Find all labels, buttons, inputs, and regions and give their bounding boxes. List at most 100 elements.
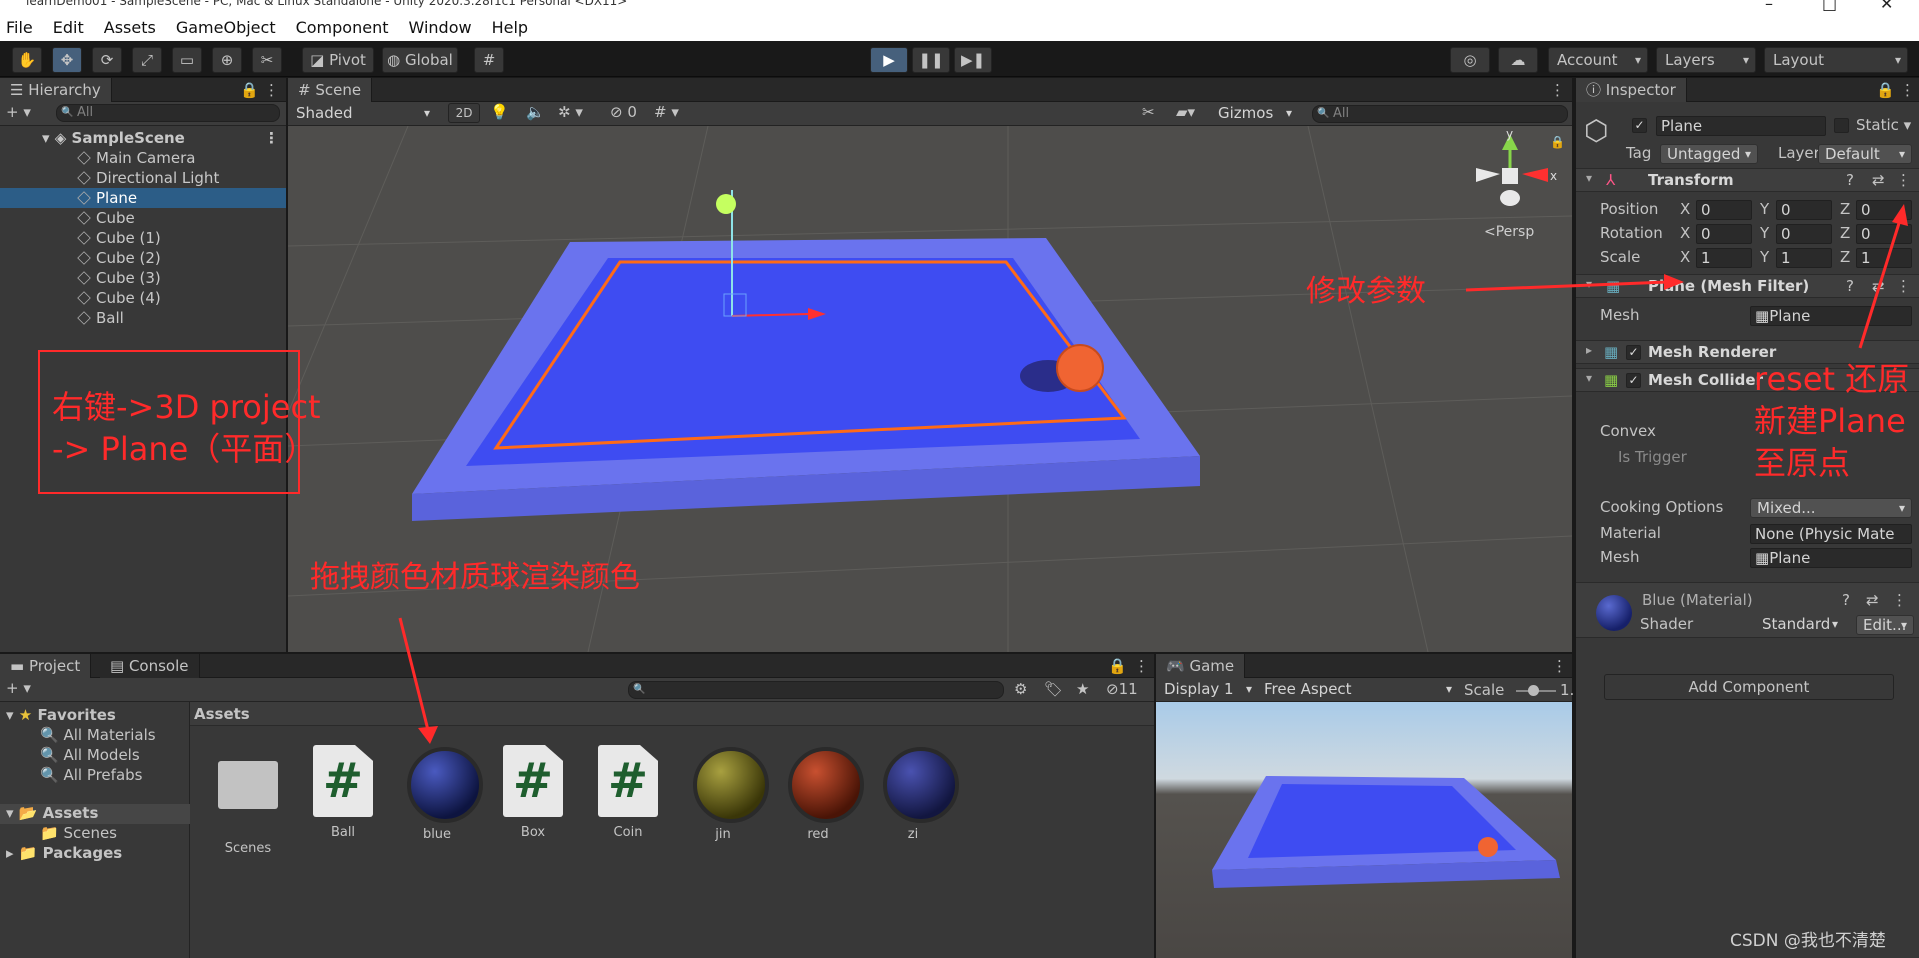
global-toggle[interactable]: ◍ Global	[382, 47, 458, 73]
asset-item[interactable]: # Coin	[593, 745, 663, 840]
rect-tool-icon[interactable]: ▭	[172, 47, 202, 73]
static-dropdown[interactable]: Static ▾	[1856, 116, 1911, 134]
menu-help[interactable]: Help	[492, 16, 528, 40]
layout-dropdown[interactable]: Layout	[1764, 47, 1908, 73]
hidden-objects-icon[interactable]: ⊘ 0	[610, 103, 637, 121]
hierarchy-menu-icon[interactable]: ⋮	[264, 78, 279, 102]
inspector-menu-icon[interactable]: ⋮	[1900, 78, 1915, 102]
asset-item[interactable]: Scenes	[213, 745, 283, 856]
add-component-button[interactable]: Add Component	[1604, 674, 1894, 700]
display-dropdown[interactable]: Display 1	[1158, 680, 1258, 700]
help-icon[interactable]: ?	[1842, 591, 1850, 609]
hierarchy-item[interactable]: Cube (2)	[0, 248, 286, 268]
hierarchy-item[interactable]: Ball	[0, 308, 286, 328]
minimize-icon[interactable]: –	[1765, 0, 1773, 13]
hierarchy-item[interactable]: Cube (1)	[0, 228, 286, 248]
grid-toggle-icon[interactable]: # ▾	[654, 103, 679, 121]
component-menu-icon[interactable]: ⋮	[1892, 591, 1907, 609]
layer-dropdown[interactable]: Default	[1818, 144, 1912, 164]
preset-icon[interactable]: ⇄	[1866, 591, 1879, 609]
menu-assets[interactable]: Assets	[104, 16, 156, 40]
scale-slider[interactable]	[1516, 685, 1556, 696]
rotation-z-field[interactable]: 0	[1856, 224, 1912, 244]
scene-root[interactable]: ▾ ◈ SampleScene ⋮	[0, 128, 286, 148]
hierarchy-item[interactable]: Main Camera	[0, 148, 286, 168]
tab-console[interactable]: ▤ Console	[100, 654, 200, 678]
favorites-node[interactable]: ▾ ★ Favorites	[6, 706, 116, 724]
orient-z-cone-icon[interactable]	[1500, 190, 1520, 206]
game-menu-icon[interactable]: ⋮	[1552, 654, 1567, 678]
filter-type-icon[interactable]: ⚙	[1014, 680, 1027, 698]
mesh-field[interactable]: ▦Plane	[1750, 306, 1912, 326]
preset-icon[interactable]: ⇄	[1872, 277, 1885, 295]
expand-icon[interactable]: ▸	[1586, 343, 1592, 357]
menu-component[interactable]: Component	[296, 16, 389, 40]
hierarchy-item[interactable]: Cube (4)	[0, 288, 286, 308]
camera-icon[interactable]: ▰▾	[1176, 103, 1195, 121]
mesh-collider-checkbox[interactable]: ✓	[1626, 373, 1641, 388]
hierarchy-item[interactable]: Cube	[0, 208, 286, 228]
tab-game[interactable]: 🎮 Game	[1156, 654, 1246, 678]
scale-tool-icon[interactable]: ⤢	[132, 47, 162, 73]
rotation-y-field[interactable]: 0	[1776, 224, 1832, 244]
create-asset-button[interactable]: + ▾	[6, 679, 31, 697]
asset-item[interactable]: zi	[878, 745, 959, 842]
shader-edit-button[interactable]: Edit...	[1856, 615, 1914, 635]
asset-item[interactable]: red	[783, 745, 864, 842]
transform-tool-icon[interactable]: ⊕	[212, 47, 242, 73]
shading-mode-dropdown[interactable]: Shaded	[290, 104, 436, 124]
collider-mesh-field[interactable]: ▦Plane	[1750, 548, 1912, 568]
scale-y-field[interactable]: 1	[1776, 248, 1832, 268]
menu-edit[interactable]: Edit	[53, 16, 84, 40]
scene-menu-icon[interactable]: ⋮	[1550, 78, 1565, 102]
mesh-renderer-checkbox[interactable]: ✓	[1626, 345, 1641, 360]
scale-x-field[interactable]: 1	[1696, 248, 1752, 268]
aspect-dropdown[interactable]: Free Aspect	[1258, 680, 1458, 700]
scene-menu-icon[interactable]: ⋮	[264, 128, 279, 148]
project-menu-icon[interactable]: ⋮	[1134, 654, 1149, 678]
favorite-item[interactable]: 🔍 All Models	[40, 746, 140, 764]
asset-item[interactable]: blue	[402, 745, 483, 842]
scene-search-input[interactable]: All	[1312, 105, 1568, 123]
mesh-filter-header[interactable]: ▾ ▦ Plane (Mesh Filter) ? ⇄ ⋮	[1576, 274, 1919, 298]
static-checkbox[interactable]	[1834, 118, 1849, 133]
help-icon[interactable]: ?	[1846, 277, 1854, 295]
collapse-icon[interactable]: ▾	[1586, 171, 1592, 185]
play-button[interactable]: ▶	[870, 47, 908, 73]
object-name-field[interactable]: Plane	[1656, 116, 1826, 136]
pause-button[interactable]: ❚❚	[912, 47, 950, 73]
hierarchy-search-input[interactable]: All	[56, 104, 280, 122]
menu-file[interactable]: File	[6, 16, 33, 40]
tag-dropdown[interactable]: Untagged	[1660, 144, 1758, 164]
hand-tool-icon[interactable]: ✋	[12, 47, 42, 73]
tab-inspector[interactable]: ⓘ Inspector	[1576, 78, 1687, 102]
asset-item[interactable]: jin	[688, 745, 769, 842]
hierarchy-item[interactable]: Cube (3)	[0, 268, 286, 288]
assets-node[interactable]: ▾ 📂 Assets	[6, 804, 98, 822]
transform-header[interactable]: ▾ ⅄ Transform ? ⇄ ⋮	[1576, 168, 1919, 192]
project-lock-icon[interactable]: 🔒	[1108, 654, 1127, 678]
add-object-button[interactable]: + ▾	[6, 103, 31, 121]
step-button[interactable]: ▶❚	[954, 47, 992, 73]
favorite-item[interactable]: 🔍 All Prefabs	[40, 766, 142, 784]
close-icon[interactable]: ✕	[1880, 0, 1893, 13]
layers-dropdown[interactable]: Layers	[1656, 47, 1756, 73]
packages-node[interactable]: ▸ 📁 Packages	[6, 844, 122, 862]
lighting-toggle-icon[interactable]: 💡	[490, 103, 509, 121]
asset-item[interactable]: # Box	[498, 745, 568, 840]
collapse-icon[interactable]: ▾	[1586, 277, 1592, 291]
cloud-icon[interactable]: ☁	[1498, 47, 1538, 73]
filter-label-icon[interactable]: 🏷	[1044, 680, 1063, 698]
physic-material-field[interactable]: None (Physic Mate	[1750, 524, 1912, 544]
account-dropdown[interactable]: Account	[1548, 47, 1648, 73]
preset-icon[interactable]: ⇄	[1872, 171, 1885, 189]
2d-toggle[interactable]: 2D	[448, 103, 480, 123]
shader-dropdown[interactable]: Standard	[1756, 615, 1844, 635]
move-tool-icon[interactable]: ✥	[52, 47, 82, 73]
inspector-lock-icon[interactable]: 🔒	[1876, 78, 1895, 102]
collab-icon[interactable]: ◎	[1450, 47, 1490, 73]
tab-hierarchy[interactable]: ☰ Hierarchy	[0, 78, 112, 102]
favorite-icon[interactable]: ★	[1076, 680, 1089, 698]
scale-slider-handle[interactable]	[1528, 685, 1539, 696]
component-menu-icon[interactable]: ⋮	[1896, 171, 1911, 189]
